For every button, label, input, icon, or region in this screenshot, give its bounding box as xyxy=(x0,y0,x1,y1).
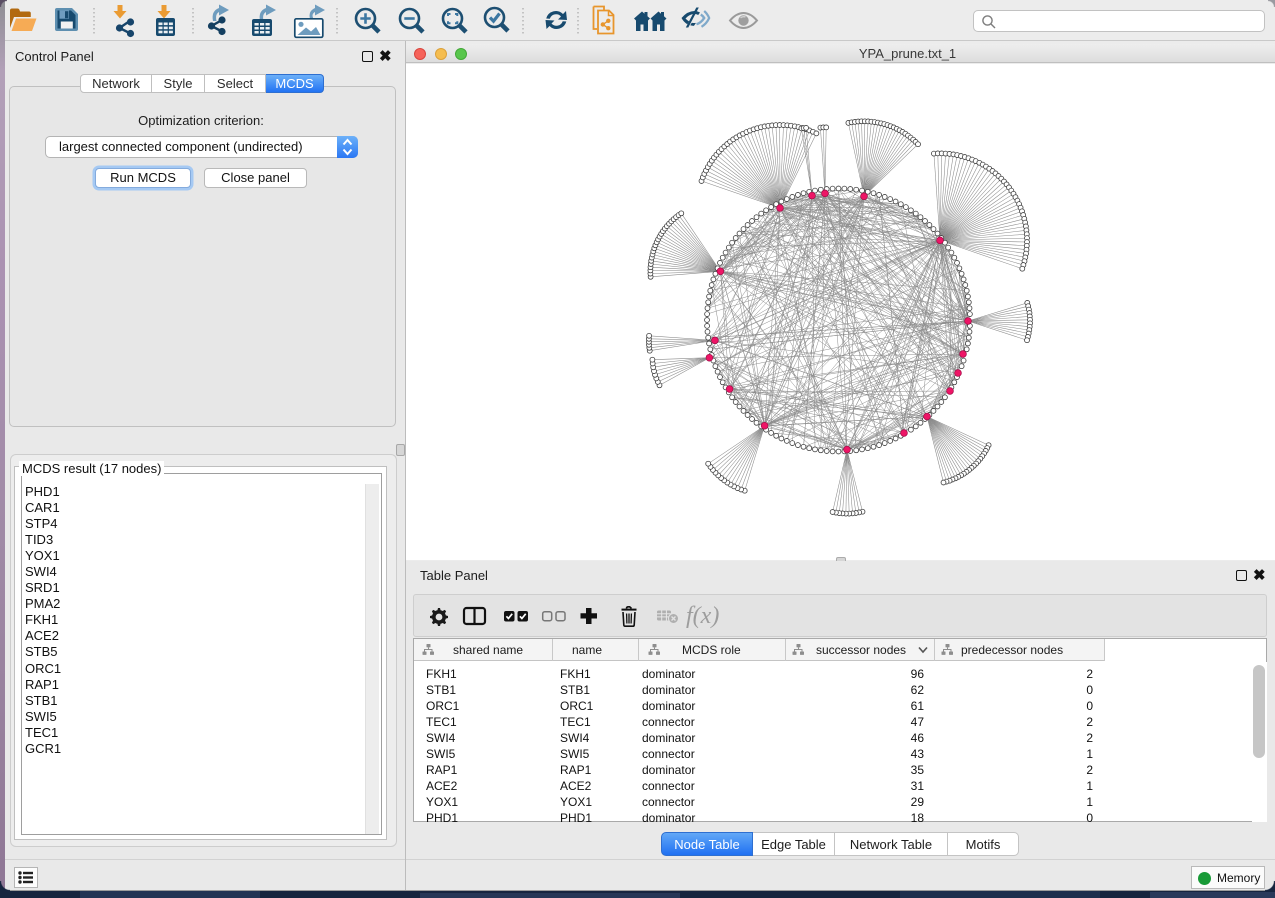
svg-text:f(x): f(x) xyxy=(686,603,719,629)
